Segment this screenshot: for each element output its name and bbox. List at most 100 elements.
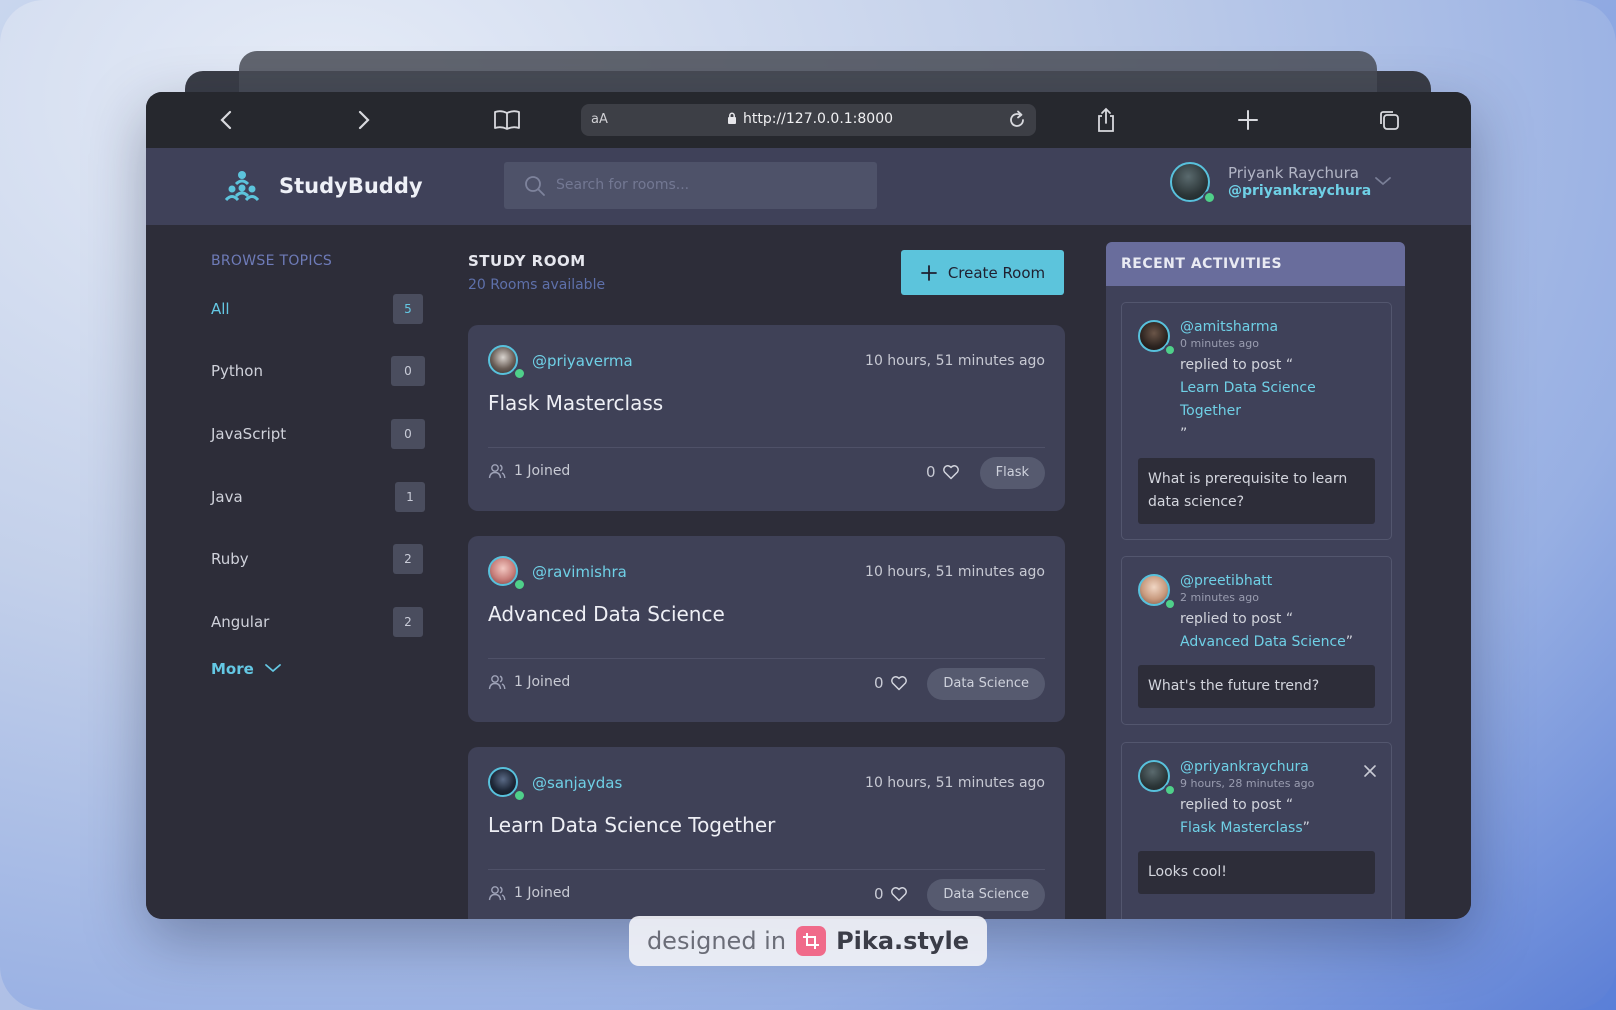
main-content: BROWSE TOPICS All 5 Python 0 JavaScript … — [146, 225, 1471, 919]
activity-card: @preetibhatt 2 minutes ago replied to po… — [1121, 556, 1392, 725]
room-title[interactable]: Flask Masterclass — [488, 391, 663, 415]
online-status-indicator — [1164, 344, 1176, 356]
tabs-overview-icon[interactable] — [1375, 106, 1403, 134]
activity-post-link[interactable]: Advanced Data Science — [1180, 634, 1346, 650]
room-participants: 1 Joined — [488, 463, 570, 479]
heart-icon — [890, 887, 907, 902]
browse-topics-heading: BROWSE TOPICS — [211, 253, 333, 269]
activity-post-link-continued[interactable]: Together — [1180, 400, 1316, 423]
share-icon[interactable] — [1092, 106, 1120, 134]
recent-activities-title: RECENT ACTIVITIES — [1121, 256, 1283, 272]
topic-item-python[interactable]: Python 0 — [211, 356, 425, 388]
bookmarks-icon[interactable] — [493, 106, 521, 134]
url-text: http://127.0.0.1:8000 — [743, 111, 894, 127]
room-host[interactable]: @sanjaydas — [532, 774, 622, 792]
activity-description: replied to post “ Learn Data Science Tog… — [1180, 354, 1316, 446]
search-input[interactable]: Search for rooms... — [504, 162, 877, 209]
forward-icon[interactable] — [350, 106, 378, 134]
joined-count: 1 Joined — [514, 674, 571, 690]
designed-in-watermark[interactable]: designed in Pika.style — [629, 916, 987, 966]
topic-label: Ruby — [211, 550, 249, 568]
topic-item-ruby[interactable]: Ruby 2 — [211, 544, 423, 576]
watermark-brand: Pika.style — [836, 927, 970, 955]
activity-message: What's the future trend? — [1138, 665, 1375, 708]
online-status-indicator — [1164, 598, 1176, 610]
users-icon — [488, 886, 506, 901]
closing-quote: ” — [1180, 426, 1188, 442]
chevron-down-icon — [264, 660, 282, 678]
topic-count-badge: 2 — [393, 607, 423, 637]
room-title[interactable]: Advanced Data Science — [488, 602, 725, 626]
study-room-heading: STUDY ROOM — [468, 252, 586, 270]
activity-time: 9 hours, 28 minutes ago — [1180, 777, 1315, 790]
watermark-prefix: designed in — [646, 927, 787, 955]
joined-count: 1 Joined — [514, 885, 571, 901]
search-placeholder: Search for rooms... — [556, 177, 690, 193]
studybuddy-logo-icon[interactable] — [224, 170, 260, 208]
room-topic-tag[interactable]: Data Science — [927, 879, 1045, 911]
rooms-available-count: 20 Rooms available — [468, 277, 606, 293]
topic-count-badge: 0 — [391, 419, 425, 449]
room-host[interactable]: @priyaverma — [532, 352, 633, 370]
topic-item-javascript[interactable]: JavaScript 0 — [211, 419, 425, 451]
topic-label: JavaScript — [211, 425, 287, 443]
more-topics-button[interactable]: More — [211, 660, 282, 678]
activity-description: replied to post “ Advanced Data Science” — [1180, 608, 1353, 654]
reload-icon[interactable] — [1006, 109, 1028, 135]
online-status-indicator — [513, 578, 526, 591]
close-icon[interactable] — [1363, 763, 1377, 782]
online-status-indicator — [1164, 784, 1176, 796]
like-button[interactable]: 0 — [926, 463, 960, 481]
room-card[interactable]: @sanjaydas 10 hours, 51 minutes ago Lear… — [468, 747, 1065, 919]
activity-time: 2 minutes ago — [1180, 591, 1259, 604]
topic-item-all[interactable]: All 5 — [211, 294, 423, 326]
activity-action: replied to post “ — [1180, 611, 1294, 627]
topic-label: Python — [211, 362, 263, 380]
activity-card: @priyankraychura 9 hours, 28 minutes ago… — [1121, 742, 1392, 919]
like-count: 0 — [926, 463, 936, 481]
topic-label: Java — [211, 488, 243, 506]
activity-user[interactable]: @amitsharma — [1180, 319, 1278, 335]
search-icon — [524, 175, 546, 201]
room-card[interactable]: @priyaverma 10 hours, 51 minutes ago Fla… — [468, 325, 1065, 511]
room-timestamp: 10 hours, 51 minutes ago — [865, 353, 1045, 369]
activity-action: replied to post “ — [1180, 797, 1294, 813]
closing-quote: ” — [1345, 634, 1354, 650]
room-host[interactable]: @ravimishra — [532, 563, 627, 581]
user-name[interactable]: Priyank Raychura — [1228, 164, 1359, 182]
activity-post-link[interactable]: Flask Masterclass — [1180, 820, 1303, 836]
browser-window: aA http://127.0.0.1:8000 StudyBuddy Sear… — [146, 92, 1471, 919]
brand-name[interactable]: StudyBuddy — [279, 174, 423, 198]
text-size-button[interactable]: aA — [591, 112, 608, 127]
activity-post-link[interactable]: Learn Data Science — [1180, 377, 1316, 400]
room-participants: 1 Joined — [488, 885, 570, 901]
lock-icon — [727, 112, 737, 129]
room-title[interactable]: Learn Data Science Together — [488, 813, 775, 837]
topic-item-angular[interactable]: Angular 2 — [211, 607, 423, 639]
closing-quote: ” — [1302, 820, 1310, 836]
pika-logo-icon — [796, 926, 827, 956]
address-bar[interactable]: aA http://127.0.0.1:8000 — [581, 104, 1036, 136]
like-count: 0 — [874, 674, 884, 692]
online-status-indicator — [1203, 191, 1216, 204]
new-tab-icon[interactable] — [1234, 106, 1262, 134]
room-timestamp: 10 hours, 51 minutes ago — [865, 564, 1045, 580]
room-topic-tag[interactable]: Data Science — [927, 668, 1045, 700]
room-card[interactable]: @ravimishra 10 hours, 51 minutes ago Adv… — [468, 536, 1065, 722]
activity-card: @amitsharma 0 minutes ago replied to pos… — [1121, 302, 1392, 540]
topic-item-java[interactable]: Java 1 — [211, 482, 425, 514]
activity-user[interactable]: @priyankraychura — [1180, 759, 1309, 775]
topic-label: Angular — [211, 613, 270, 631]
like-button[interactable]: 0 — [874, 674, 908, 692]
browser-toolbar: aA http://127.0.0.1:8000 — [146, 92, 1471, 148]
back-icon[interactable] — [212, 106, 240, 134]
user-handle[interactable]: @priyankraychura — [1228, 183, 1371, 199]
create-room-button[interactable]: Create Room — [901, 250, 1064, 295]
heart-icon — [890, 676, 907, 691]
like-button[interactable]: 0 — [874, 885, 908, 903]
chevron-down-icon[interactable] — [1374, 172, 1392, 191]
activity-user[interactable]: @preetibhatt — [1180, 573, 1272, 589]
recent-activities-header: RECENT ACTIVITIES — [1106, 242, 1405, 286]
activity-time: 0 minutes ago — [1180, 337, 1259, 350]
room-topic-tag[interactable]: Flask — [979, 457, 1045, 489]
